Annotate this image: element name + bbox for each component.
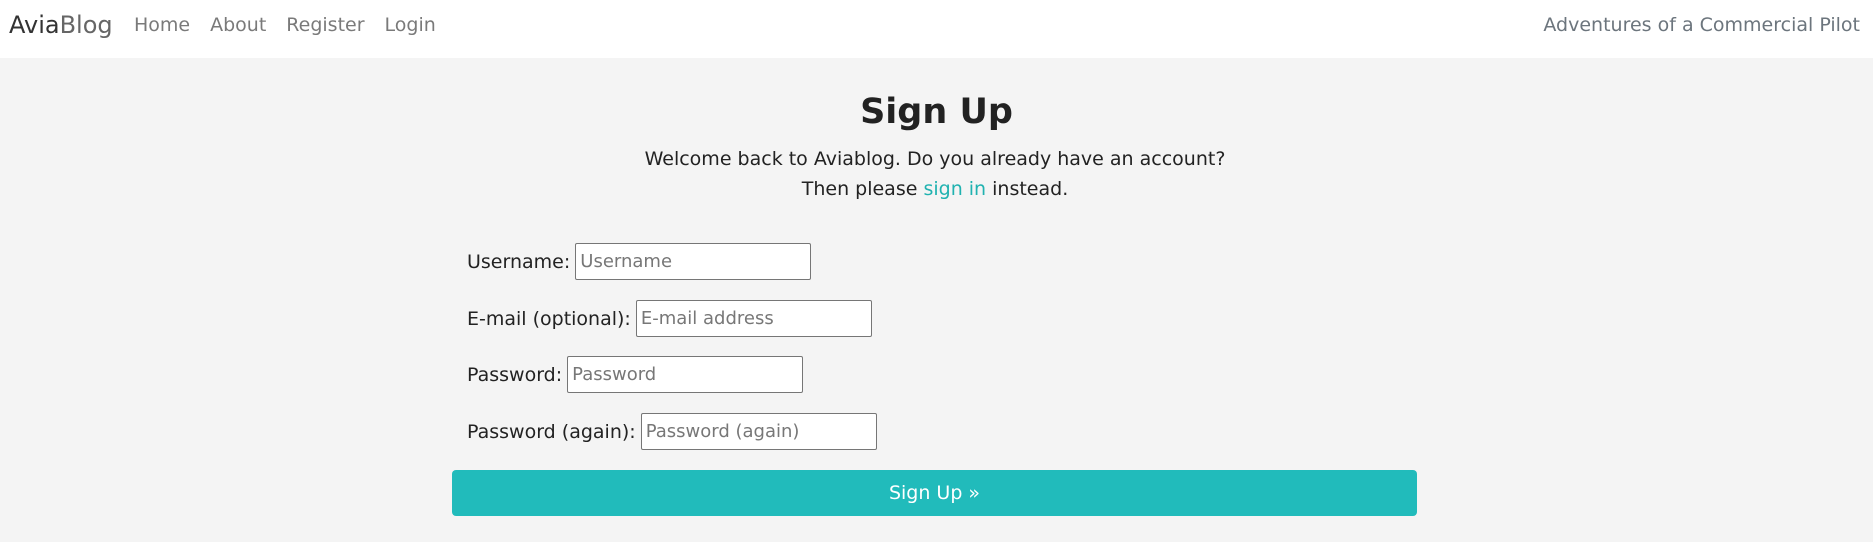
brand-part-blog: Blog	[59, 11, 113, 39]
navbar: AviaBlog Home About Register Login Adven…	[0, 0, 1873, 58]
intro-text-after: instead.	[986, 178, 1069, 200]
password-again-row: Password (again):	[467, 413, 877, 450]
password-row: Password:	[467, 356, 804, 393]
sign-in-link[interactable]: sign in	[923, 178, 986, 200]
password-again-input[interactable]	[640, 413, 877, 450]
password-again-label: Password (again):	[467, 420, 636, 443]
sign-up-button[interactable]: Sign Up »	[452, 470, 1417, 516]
nav-link-login[interactable]: Login	[385, 12, 436, 38]
username-input[interactable]	[575, 243, 812, 280]
email-label: E-mail (optional):	[467, 307, 631, 330]
page-title: Sign Up	[860, 92, 1013, 132]
brand-part-avia: Avia	[9, 11, 60, 39]
site-tagline: Adventures of a Commercial Pilot	[1543, 14, 1860, 36]
username-row: Username:	[467, 243, 812, 280]
password-label: Password:	[467, 363, 563, 386]
password-input[interactable]	[567, 356, 804, 393]
email-input[interactable]	[635, 300, 872, 337]
intro-text: Welcome back to Aviablog. Do you already…	[620, 144, 1250, 204]
nav-links: Home About Register Login	[134, 12, 456, 38]
nav-link-register[interactable]: Register	[286, 12, 364, 38]
username-label: Username:	[467, 250, 571, 273]
nav-link-home[interactable]: Home	[134, 12, 190, 38]
brand-logo[interactable]: AviaBlog	[9, 10, 113, 40]
nav-link-about[interactable]: About	[210, 12, 266, 38]
email-row: E-mail (optional):	[467, 300, 872, 337]
